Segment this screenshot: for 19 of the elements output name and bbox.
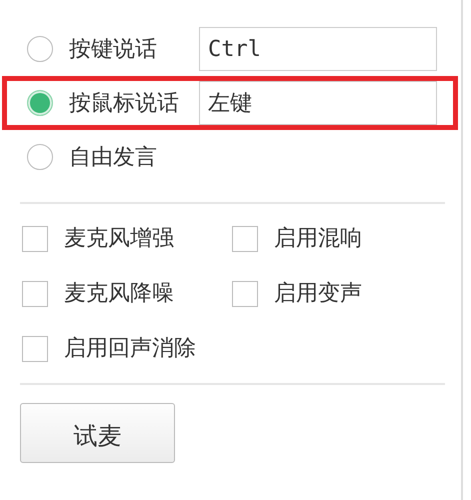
checkbox-label[interactable]: 启用回声消除 <box>64 332 196 365</box>
checkbox[interactable] <box>22 226 48 252</box>
radio-button[interactable] <box>27 90 53 116</box>
checkbox-label[interactable]: 麦克风增强 <box>64 222 174 255</box>
checkbox[interactable] <box>22 280 48 306</box>
checkbox[interactable] <box>232 280 258 306</box>
checkbox-label[interactable]: 启用变声 <box>274 277 362 310</box>
test-mic-button[interactable]: 试麦 <box>20 403 175 463</box>
radio-button[interactable] <box>27 144 53 170</box>
checkbox[interactable] <box>22 336 48 362</box>
checkbox-label[interactable]: 启用混响 <box>274 222 362 255</box>
radio-label[interactable]: 按键说话 <box>69 32 199 66</box>
radio-label[interactable]: 自由发言 <box>69 140 199 174</box>
radio-label[interactable]: 按鼠标说话 <box>69 86 199 120</box>
hotkey-field[interactable]: Ctrl <box>199 27 437 71</box>
hotkey-field[interactable]: 左键 <box>199 81 437 125</box>
radio-button[interactable] <box>27 36 53 62</box>
checkbox-label[interactable]: 麦克风降噪 <box>64 277 174 310</box>
checkbox[interactable] <box>232 226 258 252</box>
